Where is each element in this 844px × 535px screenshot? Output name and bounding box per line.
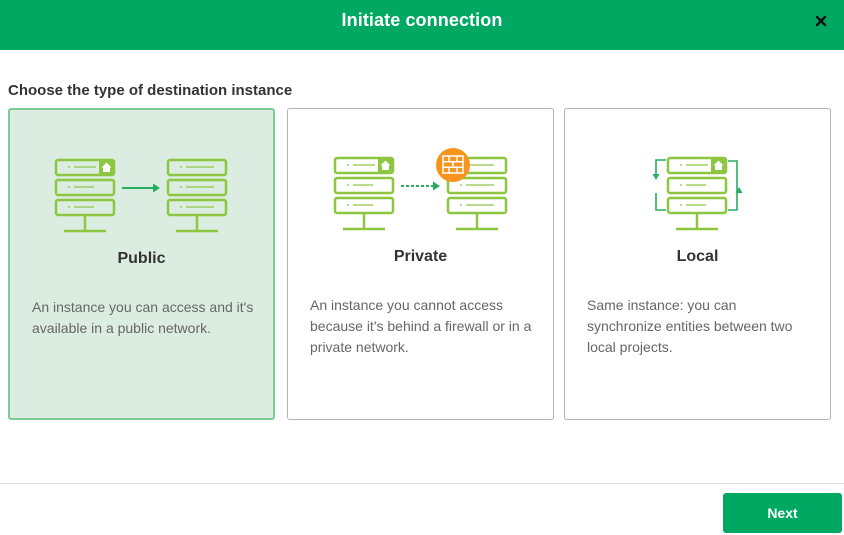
private-instance-icon [288, 109, 553, 239]
option-title: Local [676, 248, 719, 265]
local-instance-icon [565, 109, 830, 239]
footer-divider [0, 483, 844, 484]
close-button[interactable] [814, 14, 828, 28]
close-icon [815, 15, 827, 27]
next-button[interactable]: Next [723, 493, 842, 533]
option-description: An instance you cannot access because it… [310, 297, 532, 355]
option-card-public[interactable]: Public An instance you can access and it… [8, 108, 275, 420]
option-title: Private [393, 248, 448, 265]
dialog-title: Initiate connection [341, 10, 503, 30]
section-subtitle: Choose the type of destination instance [8, 82, 293, 99]
option-card-private[interactable]: Private An instance you cannot access be… [287, 108, 554, 420]
option-title: Public [117, 250, 166, 267]
option-description: Same instance: you can synchronize entit… [587, 297, 793, 355]
dialog-header: Initiate connection [0, 0, 844, 50]
option-description: An instance you can access and it's avai… [32, 299, 254, 336]
public-instance-icon [10, 110, 273, 240]
option-card-local[interactable]: Local Same instance: you can synchronize… [564, 108, 831, 420]
